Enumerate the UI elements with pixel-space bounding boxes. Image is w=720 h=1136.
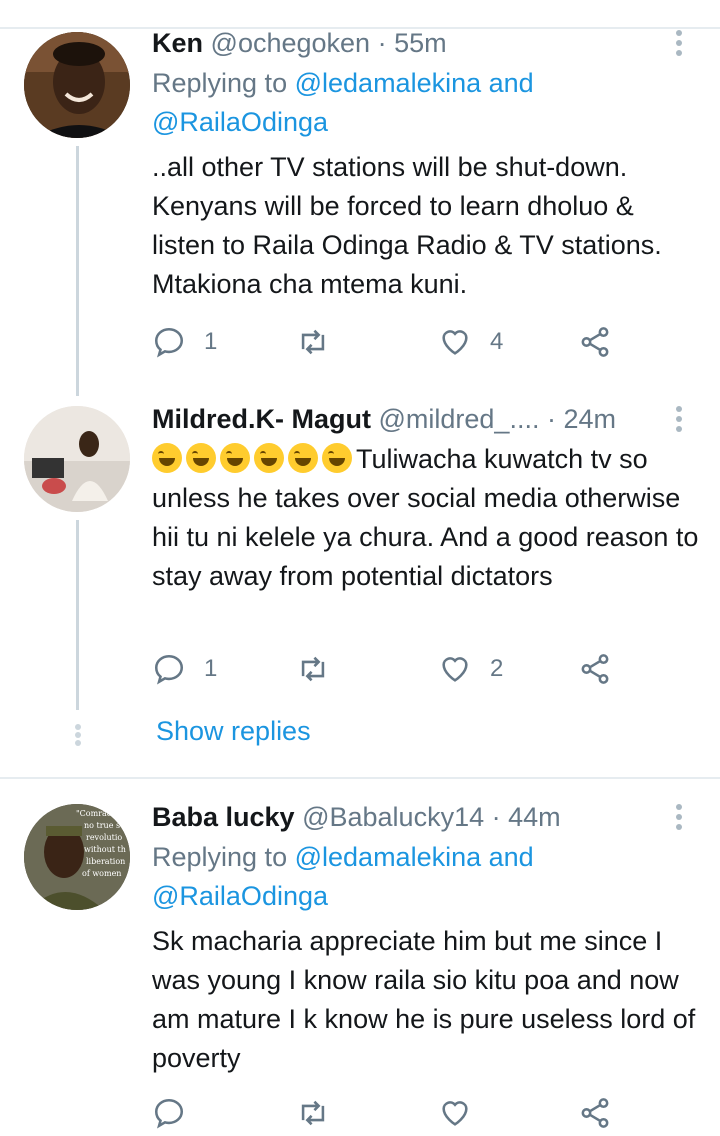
reply-count: 1 [204, 328, 218, 355]
svg-text:"Comrades: "Comrades [76, 809, 121, 818]
more-icon[interactable] [674, 404, 684, 434]
more-icon[interactable] [674, 802, 684, 832]
rofl-emoji-icon [186, 443, 216, 473]
retweet-icon [301, 329, 325, 355]
reply-count: 1 [204, 655, 218, 682]
timestamp[interactable]: 44m [508, 802, 561, 832]
like-count: 4 [490, 328, 504, 355]
replying-prefix: Replying to [152, 68, 288, 98]
replying-prefix: Replying to [152, 842, 288, 872]
avatar-photo: "Comrades no true so revolutio without t… [24, 804, 130, 910]
author-name[interactable]: Ken [152, 28, 203, 58]
show-replies-link[interactable]: Show replies [156, 716, 311, 747]
tweet-header: Baba lucky @Babalucky14 · 44m [152, 802, 561, 832]
timestamp[interactable]: 55m [394, 28, 447, 58]
author-handle[interactable]: @ochegoken [211, 28, 371, 58]
thread-line [76, 146, 79, 396]
reply-icon [154, 654, 184, 685]
tweet-actions [152, 1096, 632, 1136]
rofl-emoji-icon [152, 443, 182, 473]
like-icon [442, 1101, 468, 1126]
tweet-header: Mildred.K- Magut @mildred_.... · 24m [152, 404, 617, 434]
avatar[interactable]: "Comrades no true so revolutio without t… [24, 804, 130, 910]
avatar[interactable] [24, 32, 130, 138]
author-name[interactable]: Mildred.K- Magut [152, 404, 371, 434]
like-icon [442, 330, 468, 355]
rofl-emoji-icon [288, 443, 318, 473]
retweet-button[interactable] [296, 1096, 330, 1130]
reply-icon [154, 1098, 184, 1129]
timestamp[interactable]: 24m [564, 404, 617, 434]
avatar-photo [24, 32, 130, 138]
retweet-icon [301, 1100, 325, 1126]
rofl-emoji-icon [254, 443, 284, 473]
rofl-emoji-icon [220, 443, 250, 473]
svg-text:liberation: liberation [86, 857, 125, 866]
share-icon [581, 654, 609, 684]
share-icon [581, 1098, 609, 1128]
tweet-actions: 1 4 [152, 325, 632, 365]
mention-link[interactable]: @RailaOdinga [152, 107, 328, 137]
thread-dots [74, 724, 82, 746]
svg-text:revolutio: revolutio [86, 833, 122, 842]
like-button[interactable]: 4 [438, 325, 503, 359]
like-button[interactable] [438, 1096, 472, 1130]
author-handle[interactable]: @Babalucky14 [302, 802, 484, 832]
replying-to: Replying to @ledamalekina and @RailaOdin… [152, 838, 534, 916]
like-count: 2 [490, 655, 504, 682]
tweet-text: ..all other TV stations will be shut-dow… [152, 152, 662, 299]
tweet-actions: 1 2 [152, 652, 632, 692]
avatar-photo [24, 406, 130, 512]
mention-link[interactable]: @ledamalekina and [295, 842, 534, 872]
thread-line [76, 520, 79, 710]
retweet-button[interactable] [296, 325, 348, 359]
tweet-header: Ken @ochegoken · 55m [152, 28, 447, 58]
svg-text:without th: without th [84, 845, 126, 854]
reply-button[interactable]: 1 [152, 325, 217, 359]
rofl-emoji-icon [322, 443, 352, 473]
retweet-button[interactable] [296, 652, 348, 686]
mention-link[interactable]: @RailaOdinga [152, 881, 328, 911]
share-button[interactable] [578, 652, 612, 686]
like-icon [442, 657, 468, 682]
section-divider [0, 777, 720, 779]
reply-button[interactable] [152, 1096, 186, 1130]
share-button[interactable] [578, 1096, 612, 1130]
tweet-text: Tuliwacha kuwatch tv so unless he takes … [152, 440, 702, 596]
like-button[interactable]: 2 [438, 652, 503, 686]
replying-to: Replying to @ledamalekina and @RailaOdin… [152, 64, 534, 142]
tweet-text: Sk macharia appreciate him but me since … [152, 926, 696, 1073]
share-icon [581, 327, 609, 357]
avatar[interactable] [24, 406, 130, 512]
svg-text:of women: of women [82, 869, 121, 878]
reply-icon [154, 327, 184, 358]
author-handle[interactable]: @mildred_.... [379, 404, 540, 434]
author-name[interactable]: Baba lucky [152, 802, 295, 832]
share-button[interactable] [578, 325, 612, 359]
mention-link[interactable]: @ledamalekina and [295, 68, 534, 98]
svg-text:no true so: no true so [84, 821, 125, 830]
retweet-icon [301, 656, 325, 682]
more-icon[interactable] [674, 28, 684, 58]
reply-button[interactable]: 1 [152, 652, 217, 686]
